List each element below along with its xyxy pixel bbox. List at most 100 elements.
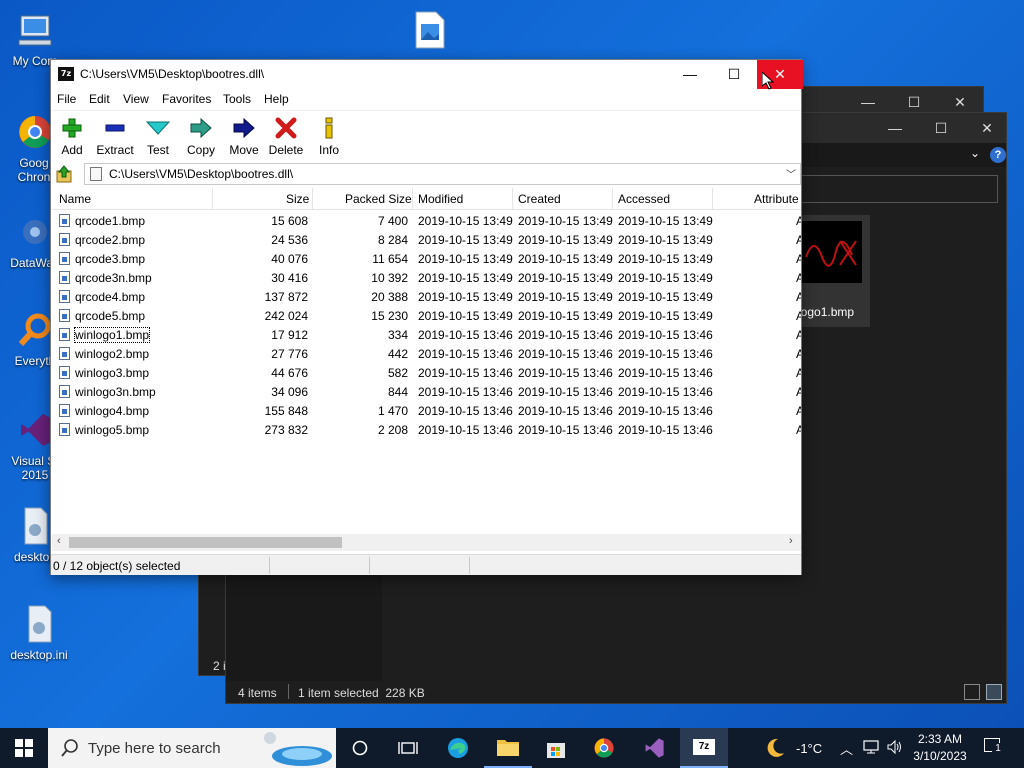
chrome-taskbar-button[interactable] — [580, 728, 628, 768]
extract-button[interactable]: Extract — [95, 115, 135, 157]
scroll-right-icon[interactable]: › — [789, 535, 793, 547]
table-row[interactable]: qrcode1.bmp 15 608 7 400 2019-10-15 13:49 20… — [52, 211, 801, 230]
column-created[interactable]: Created — [518, 192, 561, 206]
maximize-button[interactable]: ☐ — [711, 60, 757, 89]
table-row[interactable]: winlogo4.bmp 155 848 1 470 2019-10-15 13:46… — [52, 401, 801, 420]
file-name: qrcode1.bmp — [75, 214, 146, 228]
store-taskbar-button[interactable] — [532, 728, 580, 768]
search-box[interactable]: Type here to search — [48, 728, 336, 768]
minimize-icon[interactable]: — — [872, 113, 918, 143]
store-icon — [547, 743, 565, 758]
menu-file[interactable]: File — [57, 92, 76, 106]
folder-up-icon[interactable] — [55, 164, 75, 184]
table-row[interactable]: qrcode3n.bmp 30 416 10 392 2019-10-15 13:49… — [52, 268, 801, 287]
network-icon[interactable] — [862, 739, 880, 758]
desktop-icon-image[interactable] — [395, 10, 465, 54]
column-accessed[interactable]: Accessed — [618, 192, 670, 206]
search-box[interactable] — [796, 175, 998, 203]
close-icon[interactable]: ✕ — [964, 113, 1010, 143]
move-button[interactable]: Move — [227, 115, 261, 157]
address-bar[interactable]: C:\Users\VM5\Desktop\bootres.dll\ ﹀ — [84, 163, 801, 185]
scrollbar-thumb[interactable] — [69, 537, 342, 548]
table-row[interactable]: winlogo1.bmp 17 912 334 2019-10-15 13:46 201… — [52, 325, 801, 344]
chevron-up-icon[interactable]: ︿ — [840, 739, 853, 758]
minimize-button[interactable]: — — [667, 60, 713, 89]
task-view-icon-button[interactable] — [384, 728, 432, 768]
details-view-icon[interactable] — [964, 684, 980, 700]
table-row[interactable]: winlogo3.bmp 44 676 582 2019-10-15 13:46 201… — [52, 363, 801, 382]
menu-favorites[interactable]: Favorites — [162, 92, 211, 106]
weather-widget[interactable]: -1°C — [762, 728, 832, 768]
chrome-icon — [594, 738, 614, 758]
menu-edit[interactable]: Edit — [89, 92, 110, 106]
table-row[interactable]: qrcode4.bmp 137 872 20 388 2019-10-15 13:49… — [52, 287, 801, 306]
file-explorer-taskbar-button[interactable] — [484, 728, 532, 768]
copy-icon — [185, 115, 217, 141]
table-row[interactable]: qrcode3.bmp 40 076 11 654 2019-10-15 13:49 2… — [52, 249, 801, 268]
table-row[interactable]: winlogo5.bmp 273 832 2 208 2019-10-15 13:46… — [52, 420, 801, 439]
add-button[interactable]: Add — [57, 115, 87, 157]
file-name: winlogo3.bmp — [75, 366, 150, 380]
table-row[interactable]: qrcode2.bmp 24 536 8 284 2019-10-15 13:49 20… — [52, 230, 801, 249]
maximize-icon[interactable]: ☐ — [918, 113, 964, 143]
desktop-icon-desktop-ini[interactable]: desktop.ini — [4, 604, 74, 662]
menu-view[interactable]: View — [123, 92, 149, 106]
notification-center[interactable]: 1 — [978, 728, 1018, 768]
clock-date: 3/10/2023 — [913, 749, 967, 763]
column-packed-size[interactable]: Packed Size — [345, 192, 412, 206]
task-view-button[interactable] — [336, 728, 384, 768]
add-icon — [57, 115, 87, 141]
bmp-file-icon — [59, 423, 70, 436]
file-modified: 2019-10-15 13:49 — [418, 271, 513, 285]
chevron-down-icon[interactable]: ﹀ — [786, 166, 796, 181]
clock[interactable]: 2:33 AM 3/10/2023 — [908, 728, 972, 768]
file-size: 242 024 — [264, 309, 308, 323]
7zip-window[interactable]: 7z C:\Users\VM5\Desktop\bootres.dll\ — ☐… — [50, 59, 803, 575]
chevron-down-icon[interactable]: ⌄ — [970, 146, 980, 160]
7zip-taskbar-button[interactable]: 7z — [680, 728, 728, 768]
toolbar: Add Extract Test Copy Move Delete Info — [51, 110, 801, 162]
volume-icon[interactable] — [886, 739, 904, 758]
add-label: Add — [61, 143, 83, 157]
file-name: winlogo4.bmp — [75, 404, 150, 418]
delete-button[interactable]: Delete — [268, 115, 304, 157]
table-row[interactable]: winlogo3n.bmp 34 096 844 2019-10-15 13:46 20… — [52, 382, 801, 401]
column-modified[interactable]: Modified — [418, 192, 463, 206]
start-button[interactable] — [0, 728, 48, 768]
large-icons-view-icon[interactable] — [986, 684, 1002, 700]
test-button[interactable]: Test — [144, 115, 172, 157]
column-separator — [612, 188, 613, 210]
column-attributes[interactable]: Attribute — [754, 192, 799, 206]
bmp-file-icon — [59, 309, 70, 322]
bmp-file-icon — [59, 233, 70, 246]
weather-temperature: -1°C — [796, 741, 823, 756]
column-name[interactable]: Name — [59, 192, 91, 206]
help-icon[interactable]: ? — [990, 147, 1006, 163]
file-name: qrcode4.bmp — [75, 290, 146, 304]
file-packed-size: 11 654 — [372, 252, 408, 266]
bmp-file-icon — [59, 328, 70, 341]
visual-studio-taskbar-button[interactable] — [630, 728, 678, 768]
titlebar: 7z C:\Users\VM5\Desktop\bootres.dll\ — ☐… — [51, 60, 803, 90]
file-created: 2019-10-15 13:49 — [518, 309, 613, 323]
menu-tools[interactable]: Tools — [223, 92, 251, 106]
file-thumbnail[interactable]: logo1.bmp — [796, 215, 870, 327]
file-size: 155 848 — [264, 404, 308, 418]
table-row[interactable]: winlogo2.bmp 27 776 442 2019-10-15 13:46 201… — [52, 344, 801, 363]
file-list[interactable]: Name Size Packed Size Modified Created A… — [52, 188, 801, 534]
info-button[interactable]: Info — [317, 115, 341, 157]
clock-time: 2:33 AM — [917, 732, 963, 746]
scroll-left-icon[interactable]: ‹ — [57, 535, 61, 547]
file-attributes: A — [796, 271, 801, 285]
status-divider — [469, 557, 470, 574]
edge-taskbar-button[interactable] — [434, 728, 482, 768]
file-packed-size: 10 392 — [371, 271, 408, 285]
column-size[interactable]: Size — [286, 192, 309, 206]
file-modified: 2019-10-15 13:49 — [418, 252, 513, 266]
menu-help[interactable]: Help — [264, 92, 289, 106]
menubar: File Edit View Favorites Tools Help — [51, 89, 801, 109]
horizontal-scrollbar[interactable]: ‹ › — [52, 534, 801, 551]
search-icon — [60, 738, 80, 761]
copy-button[interactable]: Copy — [185, 115, 217, 157]
table-row[interactable]: qrcode5.bmp 242 024 15 230 2019-10-15 13:49… — [52, 306, 801, 325]
